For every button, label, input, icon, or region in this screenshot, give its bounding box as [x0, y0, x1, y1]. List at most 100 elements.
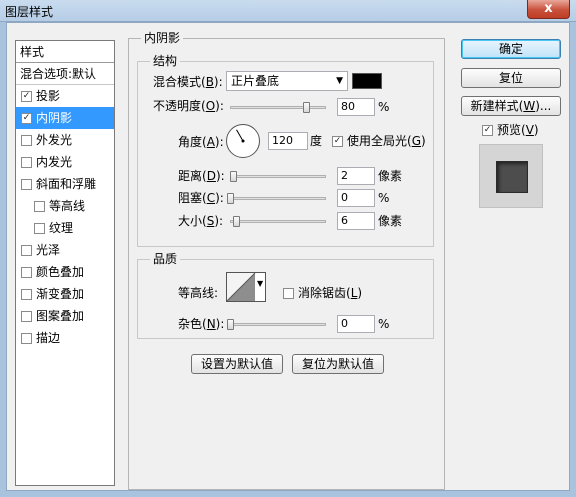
style-item-label: 内发光 — [36, 155, 73, 169]
style-item-checkbox[interactable] — [21, 332, 32, 344]
angle-needle — [236, 129, 245, 143]
distance-slider-track — [230, 175, 326, 178]
quality-group: 品质 等高线: ▼ 消除锯齿(L) 杂色(N): 0 % — [137, 252, 434, 339]
choke-slider-track — [230, 197, 326, 200]
angle-unit: 度 — [310, 134, 323, 148]
style-item[interactable]: 颜色叠加 — [16, 261, 114, 283]
distance-slider[interactable] — [230, 171, 326, 182]
noise-slider-thumb[interactable] — [227, 319, 234, 330]
style-preview — [479, 144, 543, 208]
blend-mode-label: 混合模式(B): — [153, 75, 223, 89]
choke-label: 阻塞(C): — [178, 191, 224, 205]
ok-button[interactable]: 确定 — [461, 39, 561, 59]
blend-mode-select[interactable]: 正片叠底 ▼ — [226, 71, 348, 91]
style-item[interactable]: 描边 — [16, 327, 114, 349]
preview-swatch — [496, 161, 528, 193]
preview-label[interactable]: 预览(V) — [497, 122, 539, 138]
style-item-label: 渐变叠加 — [36, 287, 85, 301]
contour-picker[interactable]: ▼ — [226, 272, 266, 302]
style-item[interactable]: ✓ 内阴影 — [16, 107, 114, 129]
size-unit: 像素 — [378, 214, 403, 228]
antialias-checkbox[interactable] — [283, 288, 294, 299]
choke-slider-thumb[interactable] — [227, 193, 234, 204]
distance-input[interactable]: 2 — [337, 167, 375, 185]
blend-options-item[interactable]: 混合选项:默认 — [16, 63, 114, 85]
angle-input[interactable]: 120 — [268, 132, 308, 150]
style-item-label: 外发光 — [36, 133, 73, 147]
style-item-checkbox[interactable] — [21, 244, 32, 256]
style-item-checkbox[interactable] — [21, 310, 32, 322]
size-slider[interactable] — [230, 216, 326, 227]
style-item[interactable]: 渐变叠加 — [16, 283, 114, 305]
contour-label: 等高线: — [178, 286, 219, 300]
size-slider-track — [230, 220, 326, 223]
opacity-slider[interactable] — [230, 102, 326, 113]
preview-checkbox[interactable]: ✓ — [482, 125, 493, 136]
style-item-label: 光泽 — [36, 243, 61, 257]
opacity-unit: % — [378, 100, 390, 114]
style-item-label: 斜面和浮雕 — [36, 177, 97, 191]
style-item-label: 纹理 — [49, 221, 74, 235]
size-label: 大小(S): — [178, 214, 224, 228]
opacity-label: 不透明度(O): — [153, 99, 224, 113]
style-items: ✓ 投影 ✓ 内阴影外发光内发光斜面和浮雕等高线纹理光泽颜色叠加渐变叠加图案叠加描边 — [16, 85, 114, 349]
antialias-label[interactable]: 消除锯齿(L) — [298, 285, 362, 301]
style-item-checkbox[interactable] — [21, 156, 32, 168]
style-item[interactable]: ✓ 投影 — [16, 85, 114, 107]
distance-unit: 像素 — [378, 169, 403, 183]
size-input[interactable]: 6 — [337, 212, 375, 230]
choke-unit: % — [378, 191, 390, 205]
noise-slider[interactable] — [227, 319, 326, 330]
global-light-checkbox[interactable]: ✓ — [332, 136, 343, 147]
style-item-checkbox[interactable]: ✓ — [21, 90, 32, 102]
blend-mode-value: 正片叠底 — [231, 74, 280, 88]
structure-title: 结构 — [150, 54, 181, 68]
quality-title: 品质 — [150, 252, 181, 266]
choke-slider[interactable] — [227, 193, 326, 204]
style-item-checkbox[interactable] — [34, 200, 45, 212]
style-item-label: 图案叠加 — [36, 309, 85, 323]
style-item[interactable]: 外发光 — [16, 129, 114, 151]
style-item[interactable]: 斜面和浮雕 — [16, 173, 114, 195]
style-item[interactable]: 内发光 — [16, 151, 114, 173]
style-list-header[interactable]: 样式 — [16, 41, 114, 63]
style-item[interactable]: 图案叠加 — [16, 305, 114, 327]
style-item-label: 等高线 — [49, 199, 86, 213]
style-item-label: 内阴影 — [36, 111, 73, 125]
close-button[interactable]: x — [527, 0, 570, 19]
opacity-slider-thumb[interactable] — [302, 102, 310, 113]
inner-shadow-panel: 内阴影 结构 混合模式(B): 正片叠底 ▼ 不透明度(O): 80 % 角度(… — [128, 31, 445, 490]
new-style-button[interactable]: 新建样式(W)... — [461, 96, 561, 116]
reset-default-button[interactable]: 复位为默认值 — [292, 354, 384, 374]
global-light-label[interactable]: 使用全局光(G) — [347, 133, 426, 149]
style-item-checkbox[interactable]: ✓ — [21, 112, 32, 124]
size-slider-thumb[interactable] — [233, 216, 240, 227]
style-item-checkbox[interactable] — [21, 288, 32, 300]
style-item-checkbox[interactable] — [21, 266, 32, 278]
structure-group: 结构 混合模式(B): 正片叠底 ▼ 不透明度(O): 80 % 角度(A): — [137, 54, 434, 247]
opacity-input[interactable]: 80 — [337, 98, 375, 116]
angle-dial[interactable] — [226, 124, 260, 158]
style-item[interactable]: 光泽 — [16, 239, 114, 261]
style-item-checkbox[interactable] — [21, 134, 32, 146]
contour-dropdown-icon[interactable]: ▼ — [257, 279, 263, 288]
noise-input[interactable]: 0 — [337, 315, 375, 333]
style-item-label: 投影 — [36, 89, 61, 103]
style-item[interactable]: 等高线 — [16, 195, 114, 217]
style-item[interactable]: 纹理 — [16, 217, 114, 239]
set-default-button[interactable]: 设置为默认值 — [191, 354, 283, 374]
reset-button[interactable]: 复位 — [461, 68, 561, 88]
noise-label: 杂色(N): — [178, 317, 225, 331]
choke-input[interactable]: 0 — [337, 189, 375, 207]
style-item-checkbox[interactable] — [21, 178, 32, 190]
distance-slider-thumb[interactable] — [230, 171, 237, 182]
contour-curve-icon — [227, 273, 256, 301]
blend-color-swatch[interactable] — [352, 73, 382, 89]
opacity-slider-track — [230, 106, 326, 109]
style-item-label: 描边 — [36, 331, 61, 345]
style-item-checkbox[interactable] — [34, 222, 45, 234]
style-item-label: 颜色叠加 — [36, 265, 85, 279]
noise-unit: % — [378, 317, 390, 331]
noise-slider-track — [230, 323, 326, 326]
distance-label: 距离(D): — [178, 169, 225, 183]
